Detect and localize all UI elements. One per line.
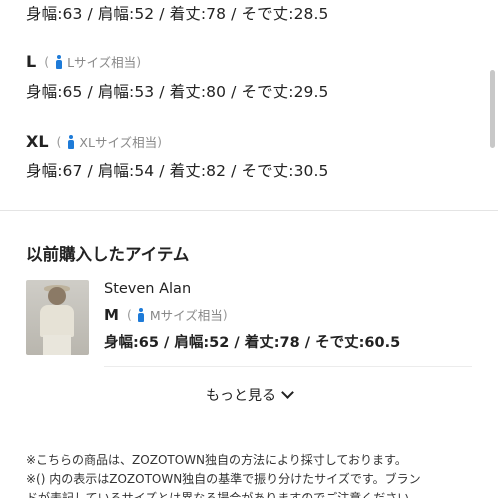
- person-icon: [66, 134, 75, 149]
- size-equivalent-note: ( XLサイズ相当 ): [56, 134, 162, 150]
- note-line: ドが表記しているサイズとは異なる場合がありますのでご注意ください。: [26, 491, 422, 498]
- chevron-down-icon: [281, 386, 294, 399]
- section-divider: [0, 210, 498, 211]
- item-size-label: M: [104, 305, 119, 324]
- brand-name[interactable]: Steven Alan: [104, 281, 191, 297]
- size-equivalent-note: ( Lサイズ相当 ): [44, 54, 142, 70]
- size-equivalent-note: ( Mサイズ相当 ): [126, 307, 228, 323]
- note-line: ※こちらの商品は、ZOZOTOWN独自の方法により採寸しております。: [26, 453, 407, 467]
- size-label: XL: [26, 132, 49, 151]
- item-measurements: 身幅:65 / 肩幅:52 / 着丈:78 / そで丈:60.5: [104, 335, 401, 351]
- size-measurements-l: 身幅:65 / 肩幅:53 / 着丈:80 / そで丈:29.5: [26, 83, 329, 101]
- size-label: L: [26, 52, 37, 71]
- show-more-button[interactable]: もっと見る: [0, 385, 498, 405]
- size-measurements-0: 身幅:63 / 肩幅:52 / 着丈:78 / そで丈:28.5: [26, 5, 329, 23]
- show-more-label: もっと見る: [206, 388, 276, 404]
- item-size: M ( Mサイズ相当 ): [104, 305, 228, 324]
- size-measurements-xl: 身幅:67 / 肩幅:54 / 着丈:82 / そで丈:30.5: [26, 162, 329, 180]
- measurement-notes: ※こちらの商品は、ZOZOTOWN独自の方法により採寸しております。 ※() 内…: [26, 451, 466, 498]
- note-line: ※() 内の表示はZOZOTOWN独自の基準で振り分けたサイズです。ブラン: [26, 472, 421, 486]
- size-header-xl: XL ( XLサイズ相当 ): [26, 132, 162, 151]
- scrollbar[interactable]: [490, 70, 495, 148]
- person-icon: [137, 307, 146, 322]
- product-thumbnail[interactable]: [26, 280, 89, 355]
- person-icon: [54, 54, 63, 69]
- item-divider: [104, 366, 472, 367]
- size-header-l: L ( Lサイズ相当 ): [26, 52, 141, 71]
- previous-items-title: 以前購入したアイテム: [26, 245, 190, 264]
